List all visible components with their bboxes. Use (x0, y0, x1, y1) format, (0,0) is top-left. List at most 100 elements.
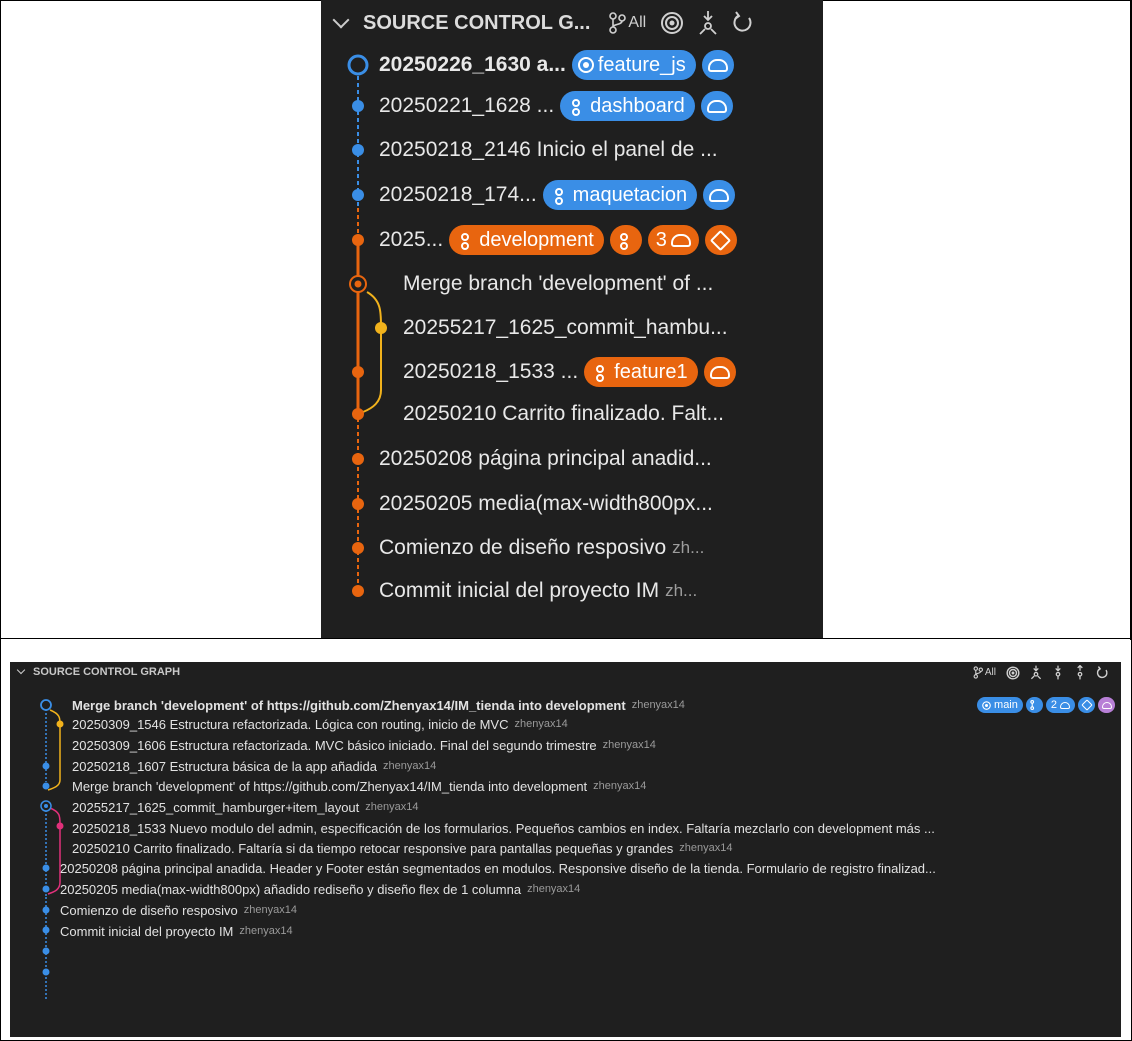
commit-message: Merge branch 'development' of https://gi… (72, 778, 588, 794)
branch-icon (459, 231, 475, 250)
commit-row[interactable]: Comienzo de diseño resposivo zhenyax14 (10, 900, 1121, 920)
commit-message: 20250226_1630 a... (379, 53, 566, 76)
commit-row[interactable]: 20255217_1625_commit_hambu... (321, 308, 823, 348)
commit-node[interactable] (42, 947, 50, 955)
commit-row[interactable]: 20250218_2146 Inicio el panel de ... (321, 130, 823, 170)
commit-row[interactable]: 20250309_1606 Estructura refactorizada. … (10, 735, 1121, 755)
commit-row[interactable]: 20250221_1628 ... dashboard (321, 86, 823, 126)
commit-message: Commit inicial del proyecto IM (379, 579, 660, 602)
commit-row[interactable]: Comienzo de diseño resposivo zh... (321, 528, 823, 568)
branch-name: feature_js (597, 53, 686, 76)
commit-message: Comienzo de diseño resposivo (60, 902, 238, 918)
remote-badge[interactable] (703, 357, 736, 387)
commit-message: 20250210 Carrito finalizado. Falt... (403, 402, 725, 425)
commit-author: zhenyax14 (631, 699, 685, 711)
commit-author: zhenyax14 (514, 718, 568, 730)
remote-badge[interactable] (701, 50, 734, 80)
commit-row[interactable]: 20250205 media(max-width800px... (321, 484, 823, 524)
branch-name: feature1 (614, 360, 688, 383)
tag-badge[interactable] (704, 225, 737, 255)
source-control-graph: SOURCE CONTROL GRAPH All main 2 Merge br… (10, 662, 1121, 1037)
commit-node[interactable] (42, 968, 50, 976)
commit-message: 2025... (379, 228, 444, 251)
pull-icon[interactable] (1052, 665, 1064, 680)
commit-message: 20250210 Carrito finalizado. Faltaría si… (72, 840, 674, 856)
commit-row[interactable]: 20250210 Carrito finalizado. Faltaría si… (10, 838, 1121, 858)
remote-badge[interactable] (703, 180, 736, 210)
commit-message: 20250208 página principal anadid... (379, 447, 712, 470)
commit-message: 20250205 media(max-width800px... (379, 492, 713, 515)
commit-author: zhenyax14 (527, 883, 581, 895)
branch-badge[interactable]: dashboard (560, 91, 695, 121)
commit-row[interactable]: Commit inicial del proyecto IM zh... (321, 571, 823, 611)
commit-row[interactable]: 20250218_1533 ... feature1 (321, 352, 823, 392)
commit-message: 20250218_1533 Nuevo modulo del admin, es… (72, 820, 935, 836)
commit-message: Commit inicial del proyecto IM (60, 923, 234, 939)
commit-author: zhenyax14 (679, 842, 733, 854)
branch-icon (618, 231, 634, 250)
ahead-count-badge[interactable]: 3 (647, 225, 699, 255)
commit-row[interactable]: Merge branch 'development' of https://gi… (10, 695, 1121, 715)
branch-badge[interactable]: maquetacion (542, 180, 698, 210)
source-control-graph-zoomed: SOURCE CONTROL G... All 20250226_1630 a.… (321, 0, 823, 638)
divider-line-vertical (1130, 0, 1131, 640)
commit-row[interactable]: 20250205 media(max-width800px) añadido r… (10, 879, 1121, 899)
commit-row[interactable]: 20250218_1607 Estructura básica de la ap… (10, 756, 1121, 776)
commit-row[interactable]: Merge branch 'development' of ... (321, 264, 823, 304)
commit-message: 20250218_1607 Estructura básica de la ap… (72, 758, 378, 774)
branch-icon (553, 186, 569, 205)
commit-message: 20250205 media(max-width800px) añadido r… (60, 881, 522, 897)
tag-icon (710, 229, 732, 251)
commit-message: 20255217_1625_commit_hamburger+item_layo… (72, 799, 360, 815)
commit-row[interactable]: Merge branch 'development' of https://gi… (10, 776, 1121, 796)
branch-icon (570, 97, 586, 116)
commit-message: 20250218_2146 Inicio el panel de ... (379, 138, 718, 161)
commit-row[interactable]: 20250218_1533 Nuevo modulo del admin, es… (10, 818, 1121, 838)
cloud-icon (709, 365, 730, 379)
remote-branch-badge[interactable] (609, 225, 642, 255)
branch-badge[interactable]: feature_js (571, 50, 696, 80)
cloud-icon (706, 99, 727, 113)
commit-author: zh... (672, 538, 705, 557)
commit-message: Merge branch 'development' of ... (403, 272, 714, 295)
cloud-icon (670, 233, 691, 247)
commit-row[interactable]: 20250208 página principal anadid... (321, 439, 823, 479)
remote-badge[interactable] (700, 91, 733, 121)
branch-name: maquetacion (572, 183, 688, 206)
commit-author: zhenyax14 (365, 801, 419, 813)
commit-author: zhenyax14 (602, 739, 656, 751)
refresh-icon[interactable] (1096, 665, 1109, 680)
commit-message: 20250208 página principal anadida. Heade… (60, 860, 936, 876)
all-label: All (984, 667, 996, 678)
commit-message: 20250309_1546 Estructura refactorizada. … (72, 716, 509, 732)
ahead-count: 3 (655, 228, 667, 251)
commit-row[interactable]: 20250208 página principal anadida. Heade… (10, 858, 1121, 878)
commit-message: 20250218_1533 ... (403, 360, 579, 383)
branch-icon (594, 363, 610, 382)
commit-row[interactable]: 20250226_1630 a... feature_js (321, 45, 823, 85)
push-icon[interactable] (1074, 665, 1086, 680)
commit-row[interactable]: 20250210 Carrito finalizado. Falt... (321, 394, 823, 434)
branch-name: dashboard (590, 94, 685, 117)
branch-filter-button[interactable]: All (973, 666, 996, 679)
commit-author: zhenyax14 (243, 904, 297, 916)
panel-actions: All (973, 665, 1109, 680)
target-icon (577, 57, 594, 73)
commit-row[interactable]: 20250218_174... maquetacion (321, 175, 823, 215)
commit-row[interactable]: 2025... development 3 (321, 220, 823, 260)
commit-row[interactable]: 20255217_1625_commit_hamburger+item_layo… (10, 797, 1121, 817)
branch-icon (973, 666, 983, 679)
commit-author: zhenyax14 (593, 780, 647, 792)
target-icon[interactable] (1006, 665, 1020, 680)
commit-row[interactable]: 20250309_1546 Estructura refactorizada. … (10, 714, 1121, 734)
commit-author: zh... (665, 581, 698, 600)
commit-message: 20255217_1625_commit_hambu... (403, 316, 728, 339)
commit-author: zhenyax14 (383, 760, 437, 772)
commit-message: Comienzo de diseño resposivo (379, 536, 667, 559)
commit-row[interactable]: Commit inicial del proyecto IM zhenyax14 (10, 921, 1121, 941)
commit-message: 20250218_174... (379, 183, 537, 206)
fetch-icon[interactable] (1030, 665, 1042, 680)
branch-badge[interactable]: feature1 (584, 357, 698, 387)
cloud-icon (707, 58, 728, 72)
branch-badge[interactable]: development (449, 225, 604, 255)
